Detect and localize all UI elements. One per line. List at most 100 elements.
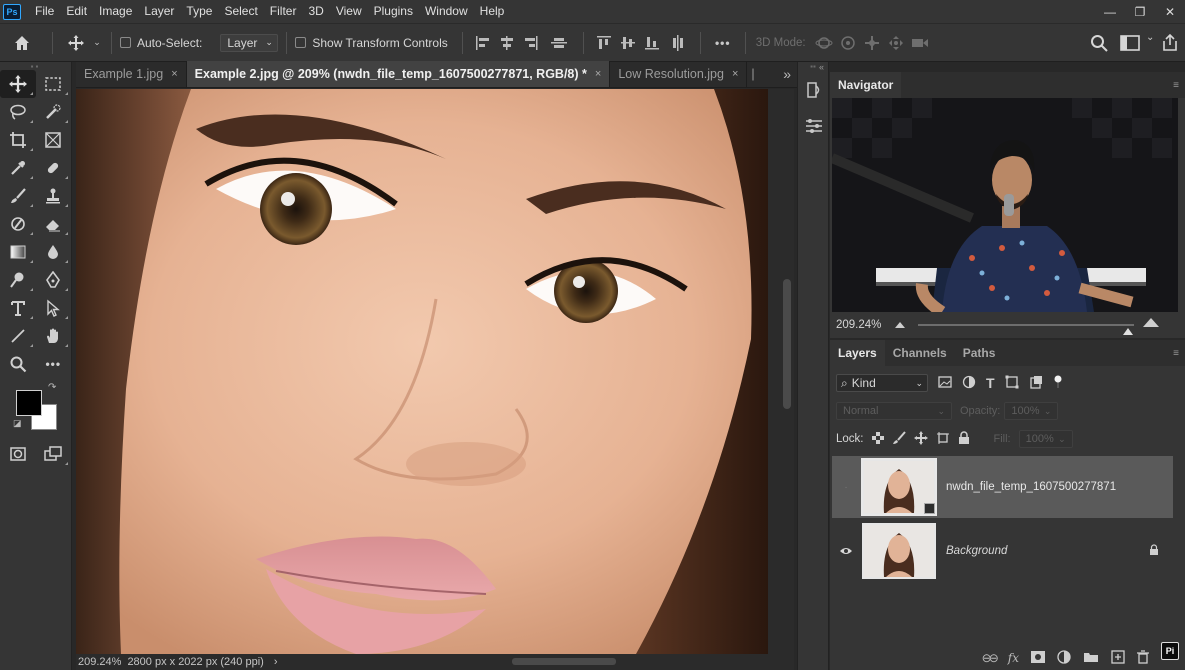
collapse-icon[interactable]: « (819, 62, 824, 72)
auto-select-checkbox[interactable] (120, 37, 131, 48)
adjustment-layer-icon[interactable] (1057, 649, 1071, 667)
menu-select[interactable]: Select (218, 0, 263, 23)
blend-mode-dropdown[interactable]: Normal ⌄ (836, 402, 952, 420)
layer-thumbnail[interactable] (861, 458, 937, 516)
3d-pan-icon[interactable] (860, 35, 884, 51)
tab-layers[interactable]: Layers (830, 340, 885, 366)
filter-pixel-icon[interactable] (938, 375, 952, 391)
show-transform-checkbox[interactable] (295, 37, 307, 48)
healing-brush-tool[interactable] (36, 154, 72, 182)
fill-input[interactable]: 100% ⌄ (1018, 430, 1073, 448)
lock-pixels-icon[interactable] (892, 430, 906, 448)
visibility-toggle[interactable]: · (832, 482, 860, 493)
object-selection-tool[interactable] (36, 98, 72, 126)
tab-more[interactable]: | (747, 61, 758, 87)
eyedropper-tool[interactable] (0, 154, 36, 182)
lasso-tool[interactable] (0, 98, 36, 126)
adjustments-panel-button[interactable] (798, 108, 830, 144)
filter-toggle-icon[interactable] (1053, 375, 1063, 392)
3d-slide-icon[interactable] (884, 35, 908, 51)
close-tab-icon[interactable]: × (595, 68, 601, 80)
tabs-overflow-icon[interactable]: » (783, 66, 791, 82)
zoom-in-icon[interactable] (1142, 316, 1160, 331)
menu-3d[interactable]: 3D (302, 0, 329, 23)
menu-window[interactable]: Window (419, 0, 474, 23)
lock-position-icon[interactable] (913, 430, 928, 448)
dodge-tool[interactable] (0, 266, 36, 294)
align-bottom-icon[interactable] (640, 35, 664, 51)
link-layers-icon[interactable]: ⊖⊖ (982, 651, 999, 665)
show-transform-option[interactable]: Show Transform Controls (295, 36, 448, 50)
horizontal-scrollbar-thumb[interactable] (512, 658, 616, 665)
opacity-input[interactable]: 100% ⌄ (1004, 402, 1059, 420)
lock-artboard-icon[interactable] (936, 431, 950, 448)
move-tool[interactable] (0, 70, 36, 98)
tab-example-2[interactable]: Example 2.jpg @ 209% (nwdn_file_temp_160… (186, 61, 611, 87)
panel-menu-icon[interactable]: ≡ (1173, 80, 1179, 91)
type-tool[interactable] (0, 294, 36, 322)
menu-edit[interactable]: Edit (60, 0, 93, 23)
brush-tool[interactable] (0, 182, 36, 210)
vertical-scrollbar[interactable] (780, 89, 794, 654)
filter-shape-icon[interactable] (1005, 375, 1019, 392)
close-button[interactable]: ✕ (1155, 0, 1185, 23)
share-icon[interactable] (1160, 33, 1180, 53)
align-top-icon[interactable] (592, 35, 616, 51)
layer-name[interactable]: Background (946, 545, 1007, 557)
foreground-color-swatch[interactable] (16, 390, 42, 416)
menu-type[interactable]: Type (180, 0, 218, 23)
visibility-toggle[interactable] (832, 546, 860, 556)
frame-tool[interactable] (36, 126, 72, 154)
history-panel-button[interactable] (798, 72, 830, 108)
path-selection-tool[interactable] (36, 294, 72, 322)
scrollbar-thumb[interactable] (783, 279, 791, 409)
fx-icon[interactable]: fx (1008, 651, 1019, 665)
status-zoom[interactable]: 209.24% (78, 656, 121, 668)
restore-button[interactable]: ❐ (1125, 0, 1155, 23)
auto-select-option[interactable]: Auto-Select: (120, 36, 202, 50)
filter-kind-dropdown[interactable]: ⌕ Kind ⌄ (836, 374, 928, 392)
layer-name[interactable]: nwdn_file_temp_1607500277871 (946, 481, 1116, 493)
close-tab-icon[interactable]: × (732, 68, 738, 80)
new-layer-icon[interactable] (1111, 649, 1125, 667)
default-colors-icon[interactable]: ◪ (13, 418, 22, 429)
menu-view[interactable]: View (330, 0, 368, 23)
zoom-out-icon[interactable] (894, 318, 906, 332)
add-mask-icon[interactable] (1031, 650, 1045, 666)
menu-filter[interactable]: Filter (264, 0, 303, 23)
workspace-icon[interactable] (1120, 34, 1140, 52)
menu-image[interactable]: Image (93, 0, 138, 23)
minimize-button[interactable]: — (1095, 0, 1125, 23)
menu-file[interactable]: File (29, 0, 60, 23)
layer-thumbnail[interactable] (862, 523, 936, 579)
search-icon[interactable] (1090, 34, 1108, 52)
more-options-icon[interactable]: ••• (709, 36, 737, 50)
tab-paths[interactable]: Paths (955, 340, 1004, 366)
navigator-preview[interactable] (832, 98, 1178, 312)
gradient-tool[interactable] (0, 238, 36, 266)
document-canvas[interactable] (76, 89, 780, 654)
align-middle-icon[interactable] (616, 35, 640, 51)
menu-plugins[interactable]: Plugins (368, 0, 419, 23)
chevron-down-icon[interactable]: ⌄ (1146, 32, 1154, 43)
align-right-icon[interactable] (519, 35, 543, 50)
group-folder-icon[interactable] (1083, 651, 1099, 666)
marquee-tool[interactable] (36, 70, 72, 98)
blur-tool[interactable] (36, 238, 72, 266)
3d-orbit-icon[interactable] (812, 35, 836, 51)
3d-camera-icon[interactable] (908, 36, 932, 50)
screen-mode-tool[interactable] (36, 440, 72, 468)
tab-channels[interactable]: Channels (885, 340, 955, 366)
tab-example-1[interactable]: Example 1.jpg × (76, 61, 187, 87)
pen-tool[interactable] (36, 266, 72, 294)
tab-low-resolution[interactable]: Low Resolution.jpg × (610, 61, 748, 87)
align-center-icon[interactable] (495, 35, 519, 50)
navigator-zoom-slider[interactable] (918, 324, 1134, 335)
lock-transparent-icon[interactable] (871, 431, 884, 447)
eraser-tool[interactable] (36, 210, 72, 238)
status-arrow-icon[interactable]: › (274, 656, 278, 668)
swap-colors-icon[interactable]: ↷ (48, 382, 56, 393)
home-icon[interactable] (0, 33, 44, 53)
filter-smart-object-icon[interactable] (1029, 375, 1043, 392)
layer-row-nwdn[interactable]: · nwdn_file_temp_1607500277871 (832, 456, 1173, 518)
